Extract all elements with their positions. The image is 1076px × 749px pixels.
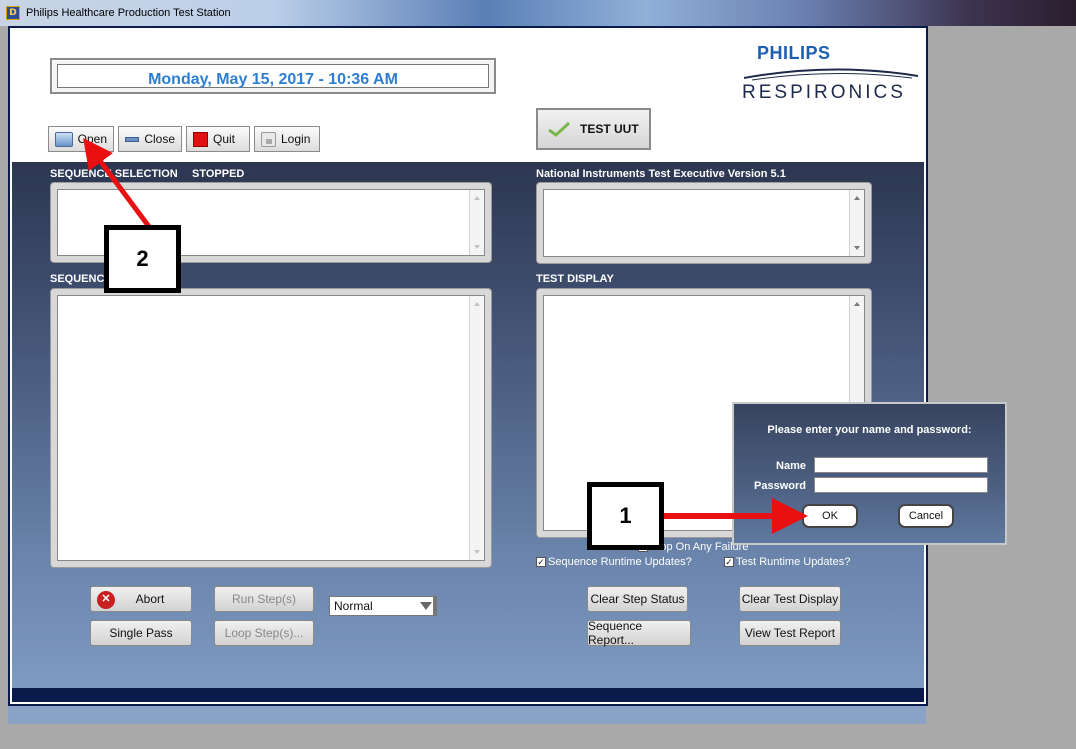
sequence-runtime-updates-checkbox[interactable]: ✓ Sequence Runtime Updates? xyxy=(536,556,692,568)
cancel-button[interactable]: Cancel xyxy=(898,504,954,528)
scroll-up-icon xyxy=(854,196,860,200)
login-prompt: Please enter your name and password: xyxy=(767,424,972,436)
clear-step-status-button[interactable]: Clear Step Status xyxy=(587,586,688,612)
sequence-list[interactable] xyxy=(57,295,485,561)
executive-version-label: National Instruments Test Executive Vers… xyxy=(536,168,786,180)
respironics-logo: RESPIRONICS xyxy=(742,82,906,103)
sequence-panel xyxy=(50,288,492,568)
ok-button[interactable]: OK xyxy=(802,504,858,528)
executive-info-text[interactable] xyxy=(543,189,865,257)
name-field[interactable] xyxy=(814,457,988,473)
scroll-down-icon xyxy=(474,245,480,249)
datetime-display: Monday, May 15, 2017 - 10:36 AM xyxy=(50,58,496,94)
sequence-selection-label: SEQUENCE SELECTION xyxy=(50,168,178,180)
scroll-down-icon xyxy=(854,246,860,250)
callout-1: 1 xyxy=(587,482,664,550)
scroll-up-icon xyxy=(854,302,860,306)
abort-x-icon: ✕ xyxy=(97,591,115,609)
executive-info-panel xyxy=(536,182,872,264)
lock-icon xyxy=(261,131,276,147)
chevron-down-icon xyxy=(420,602,432,610)
checkmark-icon xyxy=(548,121,570,137)
window-title: Philips Healthcare Production Test Stati… xyxy=(26,7,231,19)
run-steps-button[interactable]: Run Step(s) xyxy=(214,586,314,612)
checkbox-checked-icon: ✓ xyxy=(724,557,734,567)
folder-open-icon xyxy=(55,131,73,147)
name-label: Name xyxy=(776,460,806,472)
loop-steps-button[interactable]: Loop Step(s)... xyxy=(214,620,314,646)
execution-mode-select[interactable]: Normal xyxy=(329,596,437,616)
test-display-label: TEST DISPLAY xyxy=(536,273,614,285)
open-button[interactable]: Open xyxy=(48,126,114,152)
callout-2: 2 xyxy=(104,225,181,293)
app-icon: D xyxy=(6,6,20,20)
close-bar-icon xyxy=(125,136,140,142)
sequence-scrollbar[interactable] xyxy=(469,296,484,560)
test-station-window: Monday, May 15, 2017 - 10:36 AM PHILIPS … xyxy=(8,26,928,706)
quit-button[interactable]: Quit xyxy=(186,126,250,152)
executive-info-scrollbar[interactable] xyxy=(849,190,864,256)
scroll-down-icon xyxy=(474,550,480,554)
test-runtime-updates-checkbox[interactable]: ✓ Test Runtime Updates? xyxy=(724,556,850,568)
logo-swoosh-icon xyxy=(743,68,919,81)
sequence-selection-scrollbar[interactable] xyxy=(469,190,484,255)
philips-logo: PHILIPS xyxy=(757,43,831,63)
scroll-up-icon xyxy=(474,196,480,200)
password-field[interactable] xyxy=(814,477,988,493)
scroll-up-icon xyxy=(474,302,480,306)
clear-test-display-button[interactable]: Clear Test Display xyxy=(739,586,841,612)
test-uut-button[interactable]: TEST UUT xyxy=(536,108,651,150)
window-title-bar: D Philips Healthcare Production Test Sta… xyxy=(0,0,1076,26)
sequence-label: SEQUENCE xyxy=(50,273,112,285)
datetime-text: Monday, May 15, 2017 - 10:36 AM xyxy=(148,71,398,88)
stop-square-icon xyxy=(193,131,208,147)
status-label: STOPPED xyxy=(192,168,245,180)
password-label: Password xyxy=(754,480,806,492)
checkbox-checked-icon: ✓ xyxy=(536,557,546,567)
window-bottom-bar xyxy=(12,688,924,702)
status-strip xyxy=(8,706,926,724)
header: Monday, May 15, 2017 - 10:36 AM PHILIPS … xyxy=(12,30,924,162)
abort-button[interactable]: ✕ Abort xyxy=(90,586,192,612)
login-button[interactable]: Login xyxy=(254,126,320,152)
single-pass-button[interactable]: Single Pass xyxy=(90,620,192,646)
login-dialog: Please enter your name and password: Nam… xyxy=(732,402,1007,545)
close-button[interactable]: Close xyxy=(118,126,182,152)
view-test-report-button[interactable]: View Test Report xyxy=(739,620,841,646)
sequence-report-button[interactable]: Sequence Report... xyxy=(587,619,691,647)
